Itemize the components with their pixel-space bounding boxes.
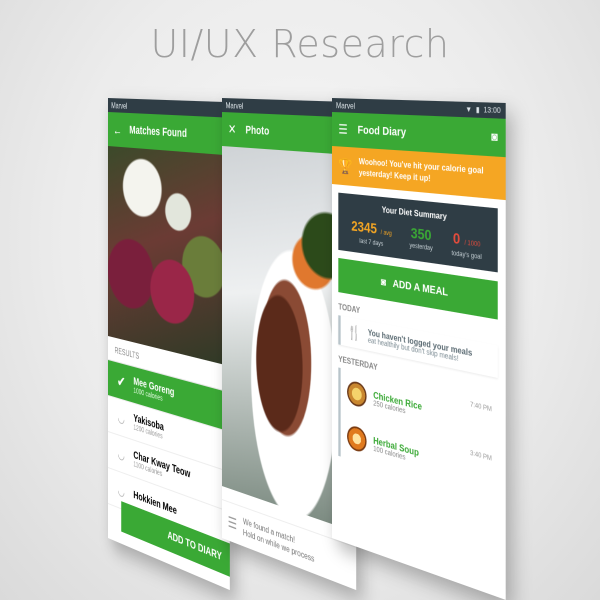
banner-text: Woohoo! You've hit your calorie goal yes… [358, 156, 484, 184]
today-value: 0 [452, 229, 461, 248]
avg-stat: 2345 / avg last 7 days [351, 217, 391, 249]
phone-stage: Marvel ← Matches Found RESULTS ✔ Mee Gor… [0, 0, 600, 600]
back-arrow-icon[interactable]: ← [113, 122, 122, 138]
bowl-icon: ◡ [117, 482, 125, 499]
meal-thumbnail [347, 379, 367, 409]
matches-title: Matches Found [129, 124, 187, 141]
trophy-icon: 🏆 [338, 156, 353, 175]
camera-icon: ◙ [380, 276, 386, 289]
meal-time: 7:40 PM [470, 401, 492, 414]
yesterday-value: 350 [410, 224, 432, 244]
cutlery-icon: 🍴 [347, 322, 362, 343]
add-meal-label: ADD A MEAL [392, 277, 448, 299]
menu-icon[interactable]: ☰ [338, 121, 348, 138]
today-unit: / 1000 [464, 240, 481, 249]
carrier-label: Marvel [335, 100, 356, 111]
battery-icon: ▮ [475, 106, 480, 115]
bowl-icon: ◡ [117, 409, 125, 426]
carrier-label: Marvel [225, 100, 244, 111]
checkmark-icon: ✔ [117, 372, 126, 392]
avg-unit: / avg [380, 229, 392, 238]
clock-time: 13:00 [483, 106, 501, 115]
close-icon[interactable]: ✕ [228, 121, 237, 138]
yesterday-stat: 350 yesterday [410, 224, 433, 255]
food-photo [108, 146, 230, 367]
burger-icon: ☰ [227, 512, 237, 533]
diet-summary-card: Your Diet Summary 2345 / avg last 7 days… [338, 192, 498, 273]
meal-thumbnail [347, 424, 367, 454]
today-label: today's goal [451, 250, 482, 262]
bowl-icon: ◡ [117, 445, 125, 463]
signal-icon: ▼ [465, 105, 473, 114]
camera-icon[interactable]: ◙ [491, 131, 498, 145]
avg-value: 2345 [351, 217, 377, 237]
photo-title: Photo [245, 124, 270, 138]
today-stat: 0 / 1000 today's goal [452, 229, 482, 261]
carrier-label: Marvel [111, 100, 128, 111]
yesterday-label: yesterday [409, 243, 433, 253]
meal-time: 3:40 PM [470, 450, 492, 463]
matches-screen: Marvel ← Matches Found RESULTS ✔ Mee Gor… [108, 98, 230, 591]
food-diary-screen: Marvel ▼ ▮ 13:00 ☰ Food Diary ◙ 🏆 Woohoo… [332, 98, 506, 600]
diary-title: Food Diary [357, 124, 407, 140]
